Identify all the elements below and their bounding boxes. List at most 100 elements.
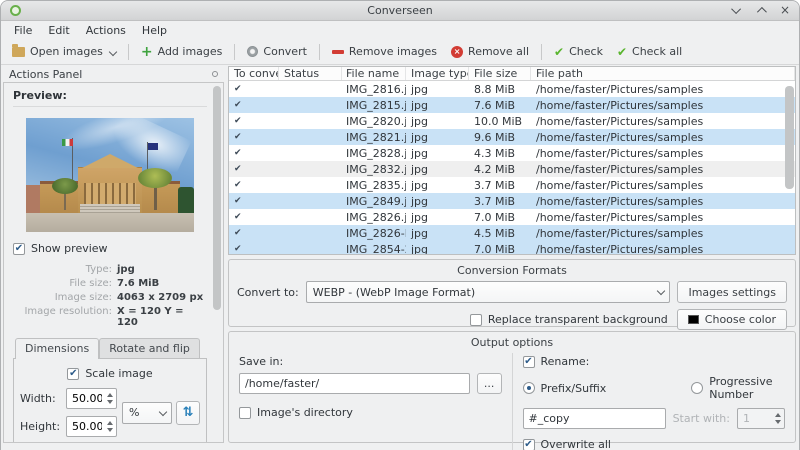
images-directory-checkbox[interactable]: Image's directory — [239, 406, 502, 419]
width-spin-arrows-icon[interactable] — [107, 389, 113, 408]
height-spin-arrows-icon[interactable] — [107, 417, 113, 436]
menu-actions[interactable]: Actions — [78, 23, 134, 38]
table-row[interactable]: ✔ IMG_2816.jpg jpg 8.8 MiB /home/faster/… — [229, 81, 795, 97]
menu-help[interactable]: Help — [134, 23, 175, 38]
menu-edit[interactable]: Edit — [40, 23, 77, 38]
height-spinbox[interactable] — [66, 416, 117, 437]
table-row[interactable]: ✔ IMG_2849.jpg jpg 3.7 MiB /home/faster/… — [229, 193, 795, 209]
conversion-formats-group: Conversion Formats Convert to: WEBP - (W… — [228, 259, 796, 330]
row-image-type: jpg — [411, 226, 429, 240]
row-image-type: jpg — [411, 210, 429, 224]
table-row[interactable]: ✔ IMG_2854-2.j... jpg 7.0 MiB /home/fast… — [229, 241, 795, 254]
save-path-input[interactable] — [239, 373, 470, 394]
column-file-size[interactable]: File size — [469, 67, 531, 80]
table-row[interactable]: ✔ IMG_2832.jpg jpg 4.2 MiB /home/faster/… — [229, 161, 795, 177]
remove-images-button[interactable]: Remove images — [325, 42, 444, 61]
unit-combobox[interactable]: % — [122, 401, 172, 424]
rename-checkbox-box[interactable] — [522, 355, 535, 368]
info-filesize-label: File size: — [69, 278, 112, 289]
float-panel-icon[interactable] — [212, 71, 218, 77]
overwrite-all-checkbox[interactable]: Overwrite all — [522, 438, 786, 450]
chevron-down-icon — [657, 286, 666, 296]
format-combobox[interactable]: WEBP - (WebP Image Format) — [305, 281, 671, 303]
column-file-path[interactable]: File path — [531, 67, 795, 80]
remove-all-button[interactable]: × Remove all — [444, 42, 536, 61]
row-check-icon[interactable]: ✔ — [229, 148, 279, 158]
show-preview-checkbox-box[interactable] — [13, 242, 25, 255]
minimize-icon[interactable] — [731, 4, 741, 17]
row-check-icon[interactable]: ✔ — [229, 100, 279, 110]
row-check-icon[interactable]: ✔ — [229, 212, 279, 222]
overwrite-all-checkbox-box[interactable] — [522, 438, 535, 450]
open-images-button[interactable]: Open images — [5, 42, 123, 61]
plus-icon: + — [140, 43, 153, 60]
row-file-name: IMG_2826.jpg — [346, 210, 406, 224]
add-images-button[interactable]: + Add images — [134, 42, 230, 61]
row-check-icon[interactable]: ✔ — [229, 244, 279, 254]
table-row[interactable]: ✔ IMG_2815.jpg jpg 7.6 MiB /home/faster/… — [229, 97, 795, 113]
row-file-size: 10.0 MiB — [474, 114, 523, 128]
images-directory-checkbox-box[interactable] — [239, 406, 251, 419]
rename-label: Rename: — [540, 355, 590, 368]
table-row[interactable]: ✔ IMG_2828.jpg jpg 4.3 MiB /home/faster/… — [229, 145, 795, 161]
row-file-path: /home/faster/Pictures/samples — [536, 146, 704, 160]
reset-dimensions-button[interactable]: ⇅ — [176, 400, 200, 425]
row-file-path: /home/faster/Pictures/samples — [536, 194, 704, 208]
tab-dimensions[interactable]: Dimensions — [15, 338, 100, 359]
row-check-icon[interactable]: ✔ — [229, 180, 279, 190]
close-icon[interactable]: × — [780, 4, 790, 16]
column-image-type[interactable]: Image type — [406, 67, 469, 80]
row-check-icon[interactable]: ✔ — [229, 164, 279, 174]
rename-pattern-input[interactable] — [522, 408, 666, 429]
check-all-button[interactable]: ✔ Check all — [610, 42, 689, 61]
column-file-name[interactable]: File name — [342, 67, 406, 80]
browse-button[interactable]: ... — [476, 373, 502, 394]
start-with-spinbox[interactable] — [737, 408, 785, 429]
check-button[interactable]: ✔ Check — [547, 42, 610, 61]
column-status[interactable]: Status — [279, 67, 342, 80]
column-to-convert[interactable]: To convert — [229, 67, 279, 80]
menu-file[interactable]: File — [6, 23, 40, 38]
width-spinbox[interactable] — [66, 388, 117, 409]
prefix-suffix-label: Prefix/Suffix — [540, 381, 607, 395]
scale-image-checkbox[interactable]: Scale image — [20, 367, 200, 380]
row-image-type: jpg — [411, 146, 429, 160]
row-check-icon[interactable]: ✔ — [229, 196, 279, 206]
prefix-suffix-radio[interactable]: Prefix/Suffix — [522, 381, 607, 395]
choose-color-button[interactable]: Choose color — [676, 309, 787, 330]
check-icon: ✔ — [554, 44, 565, 59]
table-row[interactable]: ✔ IMG_2826.jpg jpg 7.0 MiB /home/faster/… — [229, 209, 795, 225]
titlebar[interactable]: Converseen × — [1, 1, 799, 21]
table-row[interactable]: ✔ IMG_2835.jpg jpg 3.7 MiB /home/faster/… — [229, 177, 795, 193]
convert-button[interactable]: Convert — [240, 42, 314, 61]
maximize-icon[interactable] — [756, 4, 767, 17]
panel-scrollbar[interactable] — [213, 85, 221, 440]
check-all-label: Check all — [632, 45, 683, 58]
chevron-down-icon — [158, 407, 168, 416]
tab-rotate-and-flip[interactable]: Rotate and flip — [99, 338, 200, 359]
replace-transparent-checkbox-box[interactable] — [469, 313, 482, 326]
row-check-icon[interactable]: ✔ — [229, 228, 279, 238]
rename-checkbox[interactable]: Rename: — [522, 355, 786, 368]
row-file-name: IMG_2820.jpg — [346, 114, 406, 128]
table-row[interactable]: ✔ IMG_2821.jpg jpg 9.6 MiB /home/faster/… — [229, 129, 795, 145]
progressive-number-radio-button[interactable] — [691, 382, 704, 394]
images-settings-button[interactable]: Images settings — [677, 281, 787, 303]
scale-image-checkbox-box[interactable] — [67, 367, 80, 380]
show-preview-checkbox[interactable]: Show preview — [13, 242, 207, 255]
row-file-name: IMG_2828.jpg — [346, 146, 406, 160]
actions-panel-title: Actions Panel — [9, 67, 83, 81]
scale-image-label: Scale image — [85, 367, 153, 380]
window-title: Converseen — [367, 4, 433, 17]
row-file-size: 9.6 MiB — [474, 130, 516, 144]
table-row[interactable]: ✔ IMG_2820.jpg jpg 10.0 MiB /home/faster… — [229, 113, 795, 129]
row-check-icon[interactable]: ✔ — [229, 132, 279, 142]
table-scrollbar[interactable] — [785, 86, 794, 252]
row-check-icon[interactable]: ✔ — [229, 84, 279, 94]
replace-transparent-checkbox[interactable]: Replace transparent background — [469, 313, 668, 326]
table-row[interactable]: ✔ IMG_2826-M... jpg 4.5 MiB /home/faster… — [229, 225, 795, 241]
row-check-icon[interactable]: ✔ — [229, 116, 279, 126]
progressive-number-label: Progressive Number — [709, 375, 773, 401]
prefix-suffix-radio-button[interactable] — [522, 382, 535, 394]
progressive-number-radio[interactable]: Progressive Number — [691, 375, 785, 401]
